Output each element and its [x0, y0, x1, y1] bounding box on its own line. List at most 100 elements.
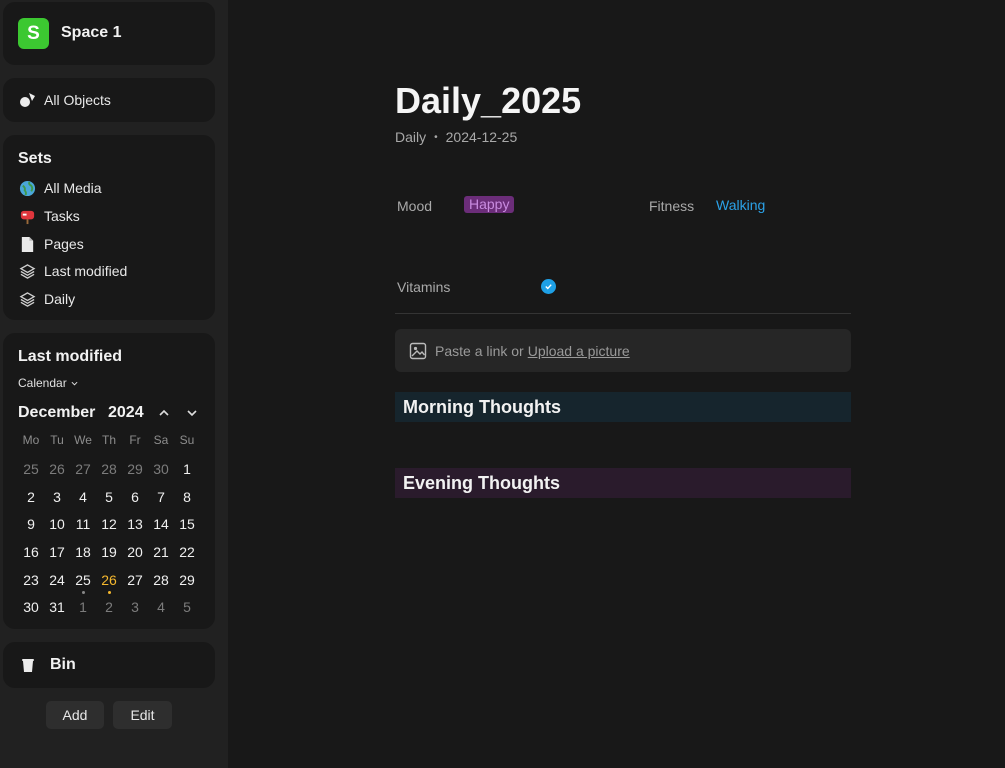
sidebar: S Space 1 All Objects Sets All Media Tas… [0, 0, 228, 768]
vitamins-label: Vitamins [397, 279, 451, 295]
fitness-label: Fitness [649, 198, 695, 214]
mood-tag[interactable]: Happy [464, 196, 515, 213]
calendar-day[interactable]: 4 [148, 596, 174, 624]
calendar-day[interactable]: 22 [174, 541, 200, 569]
calendar-day[interactable]: 31 [44, 596, 70, 624]
space-logo: S [18, 18, 49, 49]
calendar-day[interactable]: 8 [174, 486, 200, 514]
heading-block[interactable]: Evening Thoughts [395, 468, 851, 498]
image-icon [409, 342, 427, 359]
calendar-day[interactable]: 29 [122, 458, 148, 486]
weekday-label: Tu [50, 433, 64, 447]
sidebar-item-label: Daily [44, 291, 76, 307]
sets-widget: Sets All Media Tasks Pages Last modified [3, 135, 215, 320]
heading-block[interactable]: Morning Thoughts [395, 392, 851, 422]
calendar-day[interactable]: 29 [174, 569, 200, 597]
calendar-day[interactable]: 15 [174, 513, 200, 541]
calendar-day[interactable]: 5 [174, 596, 200, 624]
divider [395, 313, 851, 314]
fitness-tag[interactable]: Walking [716, 197, 765, 213]
calendar-day[interactable]: 4 [70, 486, 96, 514]
picture-prompt: Paste a link or [435, 342, 524, 359]
weekday-label: Th [101, 433, 116, 447]
all-objects-label: All Objects [44, 92, 111, 108]
calendar-day[interactable]: 3 [44, 486, 70, 514]
object-type[interactable]: Daily [395, 129, 426, 145]
weekday-label: Fr [129, 433, 141, 447]
add-button[interactable]: Add [46, 701, 104, 729]
sidebar-item-label: Tasks [44, 208, 80, 224]
calendar-year[interactable]: 2024 [108, 404, 144, 422]
calendar-day[interactable]: 5 [96, 486, 122, 514]
bin-button[interactable]: Bin [3, 642, 215, 688]
calendar-day[interactable]: 7 [148, 486, 174, 514]
sidebar-item-pages[interactable]: Pages [18, 233, 84, 255]
mailbox-icon [18, 207, 36, 225]
calendar-day[interactable]: 28 [96, 458, 122, 486]
weekday-header: Mo Tu We Th Fr Sa Su [18, 433, 200, 447]
vitamins-checkbox[interactable] [541, 279, 556, 294]
all-objects-button[interactable]: All Objects [3, 78, 215, 122]
calendar-day[interactable]: 26 [96, 569, 122, 597]
calendar-day[interactable]: 28 [148, 569, 174, 597]
globe-icon [18, 179, 36, 197]
calendar-header: December 2024 [18, 402, 203, 424]
calendar-day[interactable]: 1 [70, 596, 96, 624]
checkmark-icon [545, 284, 552, 290]
space-name: Space 1 [61, 24, 122, 41]
calendar-day[interactable]: 19 [96, 541, 122, 569]
last-modified-widget: Last modified Calendar December 2024 Mo T… [3, 333, 215, 629]
calendar-day[interactable]: 13 [122, 513, 148, 541]
calendar-day[interactable]: 30 [148, 458, 174, 486]
upload-picture-link[interactable]: Upload a picture [528, 343, 630, 359]
sidebar-item-daily[interactable]: Daily [18, 288, 75, 310]
calendar-day[interactable]: 25 [70, 569, 96, 597]
sidebar-item-label: Pages [44, 236, 84, 252]
picture-block[interactable]: Paste a link or Upload a picture [395, 329, 851, 372]
calendar-day[interactable]: 25 [18, 458, 44, 486]
calendar-day[interactable]: 21 [148, 541, 174, 569]
calendar-day[interactable]: 3 [122, 596, 148, 624]
calendar-day[interactable]: 9 [18, 513, 44, 541]
calendar-day[interactable]: 2 [18, 486, 44, 514]
calendar-day[interactable]: 24 [44, 569, 70, 597]
space-switcher[interactable]: S Space 1 [3, 2, 215, 65]
sidebar-item-label: All Media [44, 180, 102, 196]
sets-title[interactable]: Sets [18, 150, 52, 168]
calendar-day[interactable]: 10 [44, 513, 70, 541]
chevron-down-icon[interactable] [183, 404, 201, 422]
sidebar-item-all-media[interactable]: All Media [18, 177, 102, 199]
event-dot [81, 590, 85, 594]
calendar-day[interactable]: 23 [18, 569, 44, 597]
calendar-day[interactable]: 27 [122, 569, 148, 597]
widget-title[interactable]: Last modified [18, 348, 122, 366]
layers-icon [18, 262, 36, 280]
weekday-label: Sa [153, 433, 169, 447]
view-select-value: Calendar [18, 376, 67, 390]
page-title[interactable]: Daily_2025 [395, 80, 581, 122]
calendar-day[interactable]: 12 [96, 513, 122, 541]
chevron-down-icon [71, 381, 78, 386]
chevron-up-icon[interactable] [155, 404, 173, 422]
calendar-day[interactable]: 27 [70, 458, 96, 486]
weekday-label: We [74, 433, 92, 447]
view-select[interactable]: Calendar [18, 376, 78, 390]
sidebar-item-tasks[interactable]: Tasks [18, 205, 80, 227]
calendar-day[interactable]: 16 [18, 541, 44, 569]
objects-icon [20, 93, 35, 107]
calendar-day[interactable]: 14 [148, 513, 174, 541]
calendar-day[interactable]: 26 [44, 458, 70, 486]
calendar-day[interactable]: 17 [44, 541, 70, 569]
edit-button[interactable]: Edit [113, 701, 172, 729]
calendar-day[interactable]: 20 [122, 541, 148, 569]
calendar-day[interactable]: 11 [70, 513, 96, 541]
calendar-day[interactable]: 6 [122, 486, 148, 514]
weekday-label: Su [179, 433, 195, 447]
page-icon [18, 235, 36, 253]
calendar-day[interactable]: 18 [70, 541, 96, 569]
calendar-month[interactable]: December [18, 404, 95, 422]
calendar-day[interactable]: 2 [96, 596, 122, 624]
sidebar-item-last-modified[interactable]: Last modified [18, 260, 127, 282]
calendar-day[interactable]: 1 [174, 458, 200, 486]
calendar-day[interactable]: 30 [18, 596, 44, 624]
